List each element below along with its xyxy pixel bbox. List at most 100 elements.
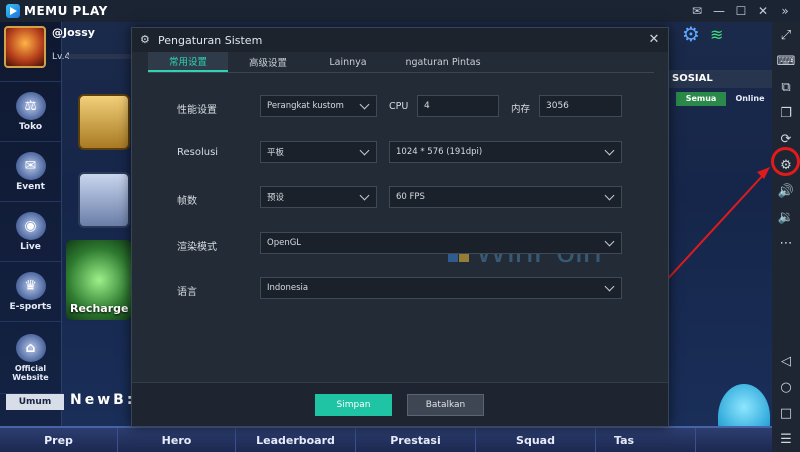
cpu-input[interactable]: 4 — [417, 95, 499, 117]
performance-label: 性能设置 — [177, 105, 217, 116]
save-button[interactable]: Simpan — [315, 394, 392, 416]
volume-up-icon[interactable]: 🔊 — [772, 178, 800, 204]
maximize-button[interactable]: ☐ — [730, 0, 752, 22]
tab-others[interactable]: Lainnya — [308, 52, 388, 72]
nav-event[interactable]: ✉ Event — [0, 142, 61, 202]
more-options-icon[interactable]: ⋯ — [772, 230, 800, 256]
tab-common-settings[interactable]: 常用设置 — [148, 52, 228, 72]
bottom-nav-tas[interactable]: Tas — [596, 428, 696, 452]
bottom-nav-prep[interactable]: Prep — [0, 428, 118, 452]
chevron-down-icon — [360, 191, 370, 201]
language-label: 语言 — [177, 287, 197, 298]
nav-esports[interactable]: ♛ E-sports — [0, 262, 61, 322]
multi-instance-icon[interactable]: ❐ — [772, 100, 800, 126]
fps-label: 帧数 — [177, 196, 197, 207]
house-icon: ⌂ — [15, 333, 46, 362]
nav-toko[interactable]: ⚖ Toko — [0, 82, 61, 142]
bottom-nav-prestasi[interactable]: Prestasi — [356, 428, 476, 452]
dialog-title-bar: ⚙ Pengaturan Sistem ✕ — [132, 28, 668, 52]
live-icon: ◉ — [15, 211, 46, 240]
android-back-icon[interactable]: ◁ — [772, 348, 800, 374]
emulator-window: MEMU PLAY ✉ — ☐ ✕ » ⚖ Toko ✉ Event ◉ Liv… — [0, 0, 800, 452]
chat-channel-button[interactable]: Umum — [6, 394, 64, 410]
cpu-label: CPU — [389, 101, 409, 112]
emulator-title-bar: MEMU PLAY ✉ — ☐ ✕ » — [0, 0, 800, 22]
menu-list-icon[interactable]: ☰ — [772, 426, 800, 452]
tab-shortcut-settings[interactable]: ngaturan Pintas — [388, 52, 498, 72]
chevron-down-icon — [605, 237, 615, 247]
resolution-mode-value: 平板 — [267, 148, 285, 158]
emulator-side-toolbar: ⤢ ⌨ ⧉ ❐ ⟳ ⚙ 🔊 🔉 ⋯ ◁ ○ □ ☰ — [772, 22, 800, 452]
resolution-label: Resolusi — [177, 147, 219, 158]
memu-logo-icon — [6, 4, 20, 18]
nav-live[interactable]: ◉ Live — [0, 202, 61, 262]
dialog-close-button[interactable]: ✕ — [646, 32, 662, 48]
render-mode-value: OpenGL — [267, 238, 302, 248]
gold-chest[interactable] — [78, 94, 130, 150]
shop-scale-icon: ⚖ — [15, 91, 46, 120]
game-settings-gear-icon[interactable]: ⚙ — [682, 22, 700, 46]
android-recents-icon[interactable]: □ — [772, 400, 800, 426]
chat-preview-text: NewB: — [70, 392, 136, 408]
language-value: Indonesia — [267, 283, 309, 293]
trophy-icon: ♛ — [15, 271, 46, 300]
chevron-down-icon — [605, 146, 615, 156]
dialog-tabs: 常用设置 高级设置 Lainnya ngaturan Pintas — [148, 52, 498, 72]
bottom-nav-squad[interactable]: Squad — [476, 428, 596, 452]
chevron-down-icon — [360, 146, 370, 156]
game-top-icons: ⚙ ≋ — [682, 22, 723, 46]
cpu-input-value: 4 — [424, 101, 430, 111]
level-progress-bar — [68, 54, 132, 59]
render-mode-label: 渲染模式 — [177, 242, 217, 253]
player-avatar[interactable] — [4, 26, 46, 68]
android-home-icon[interactable]: ○ — [772, 374, 800, 400]
memu-logo: MEMU PLAY — [0, 4, 108, 18]
chevron-down-icon — [605, 191, 615, 201]
dialog-gear-icon: ⚙ — [140, 33, 150, 46]
memu-logo-text: MEMU PLAY — [24, 4, 108, 18]
resolution-value-select[interactable]: 1024 * 576 (191dpi) — [389, 141, 622, 163]
resolution-value: 1024 * 576 (191dpi) — [396, 147, 483, 157]
performance-preset-select[interactable]: Perangkat kustom — [260, 95, 377, 117]
fps-mode-select[interactable]: 预设 — [260, 186, 377, 208]
resolution-mode-select[interactable]: 平板 — [260, 141, 377, 163]
nav-official-website[interactable]: ⌂ Official Website — [0, 322, 61, 394]
keyboard-mapping-icon[interactable]: ⌨ — [772, 48, 800, 74]
tab-advanced-settings[interactable]: 高级设置 — [228, 52, 308, 72]
fps-mode-value: 预设 — [267, 193, 285, 203]
memory-input[interactable]: 3056 — [539, 95, 622, 117]
player-name: @Jossy — [52, 26, 95, 39]
settings-highlight-ring — [771, 147, 800, 176]
mail-icon[interactable]: ✉ — [686, 0, 708, 22]
minimize-button[interactable]: — — [708, 0, 730, 22]
memory-input-value: 3056 — [546, 101, 569, 111]
dialog-footer: Simpan Batalkan — [132, 382, 668, 426]
fps-value-select[interactable]: 60 FPS — [389, 186, 622, 208]
chevron-down-icon — [360, 100, 370, 110]
memory-label: 内存 — [511, 104, 531, 115]
cancel-button[interactable]: Batalkan — [407, 394, 484, 416]
tab-divider — [148, 72, 654, 73]
bottom-nav-hero[interactable]: Hero — [118, 428, 236, 452]
chevron-down-icon — [605, 282, 615, 292]
volume-down-icon[interactable]: 🔉 — [772, 204, 800, 230]
dialog-title: Pengaturan Sistem — [158, 33, 263, 47]
language-select[interactable]: Indonesia — [260, 277, 622, 299]
close-window-button[interactable]: ✕ — [752, 0, 774, 22]
settings-dialog: ⚙ Pengaturan Sistem ✕ 常用设置 高级设置 Lainnya … — [131, 27, 669, 427]
event-icon: ✉ — [15, 151, 46, 180]
social-tab-all[interactable]: Semua — [676, 92, 726, 106]
social-header: SOSIAL — [668, 70, 772, 88]
game-bottom-nav: Prep Hero Leaderboard Prestasi Squad Tas — [0, 426, 772, 452]
screen-record-icon[interactable]: ⧉ — [772, 74, 800, 100]
window-controls: ✉ — ☐ ✕ » — [686, 0, 796, 22]
expand-sidebar-button[interactable]: » — [774, 0, 796, 22]
silver-chest[interactable] — [78, 172, 130, 228]
game-left-nav: ⚖ Toko ✉ Event ◉ Live ♛ E-sports ⌂ Offic… — [0, 22, 62, 452]
render-mode-select[interactable]: OpenGL — [260, 232, 622, 254]
fps-value: 60 FPS — [396, 192, 425, 202]
fullscreen-icon[interactable]: ⤢ — [772, 22, 800, 48]
social-tab-online[interactable]: Online — [730, 92, 770, 106]
bottom-nav-leaderboard[interactable]: Leaderboard — [236, 428, 356, 452]
performance-preset-value: Perangkat kustom — [267, 101, 344, 111]
